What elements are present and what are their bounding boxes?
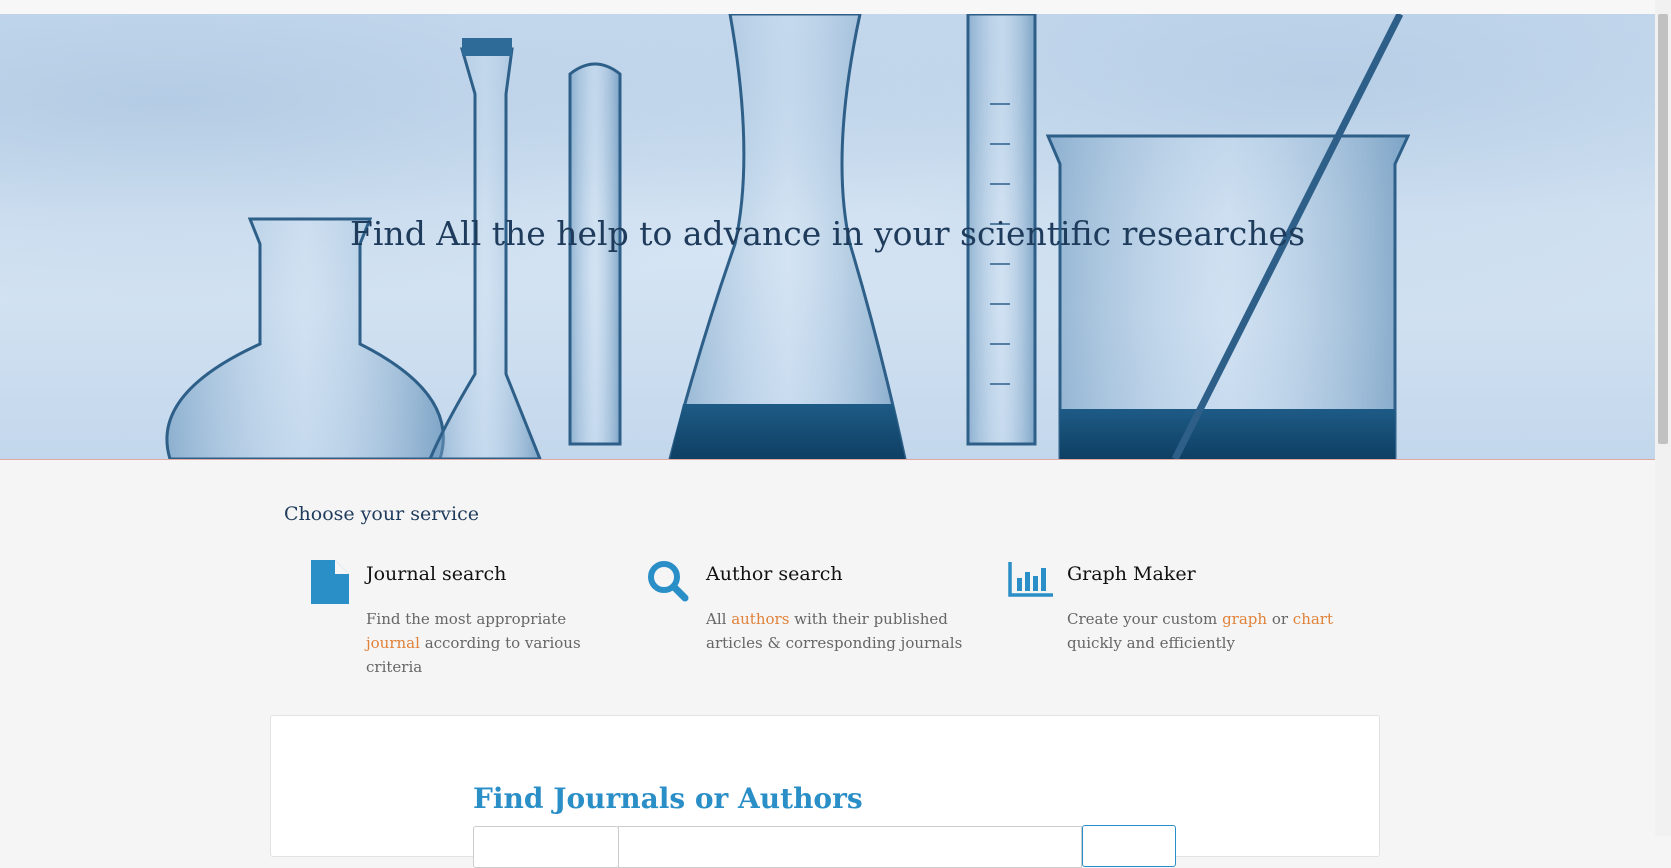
search-icon: [647, 560, 691, 604]
scrollbar-thumb[interactable]: [1658, 14, 1668, 444]
section-title: Choose your service: [284, 503, 479, 525]
authors-link[interactable]: authors: [731, 610, 789, 628]
search-input[interactable]: [618, 826, 1082, 868]
service-title[interactable]: Journal search: [366, 563, 506, 585]
search-type-select[interactable]: [473, 826, 619, 868]
service-description: Find the most appropriate journal accord…: [366, 610, 581, 676]
hero-banner: Find All the help to advance in your sci…: [0, 14, 1655, 460]
search-button[interactable]: [1082, 825, 1176, 867]
hero-title: Find All the help to advance in your sci…: [349, 214, 1306, 253]
file-icon: [311, 560, 355, 604]
service-title[interactable]: Graph Maker: [1067, 563, 1196, 585]
search-panel-title: Find Journals or Authors: [473, 782, 863, 815]
service-description: All authors with their published article…: [706, 610, 963, 652]
service-description: Create your custom graph or chart quickl…: [1067, 610, 1333, 652]
bar-chart-icon: [1008, 560, 1053, 604]
journal-link[interactable]: journal: [366, 634, 420, 652]
scrollbar[interactable]: [1655, 0, 1671, 836]
graph-link[interactable]: graph: [1222, 610, 1267, 628]
chart-link[interactable]: chart: [1293, 610, 1333, 628]
service-title[interactable]: Author search: [706, 563, 843, 585]
browser-top-bar: [0, 0, 1655, 15]
